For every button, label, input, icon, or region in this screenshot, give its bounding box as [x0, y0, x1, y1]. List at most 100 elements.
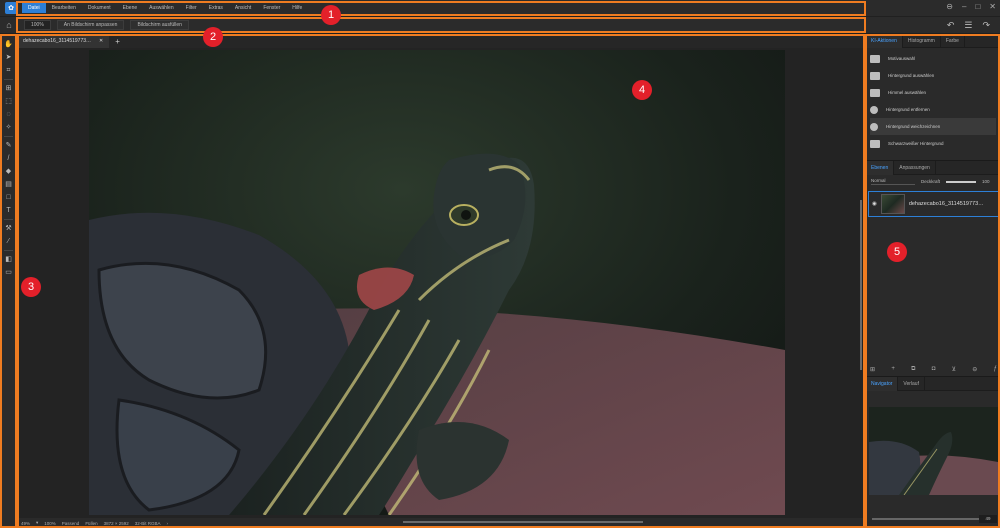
account-icon[interactable]: ⊖ — [946, 2, 953, 11]
clone-stamp-icon[interactable]: ⚒ — [4, 224, 13, 233]
mask-icon[interactable]: ◘ — [932, 366, 936, 372]
callout-marker-3: 3 — [21, 277, 41, 297]
ai-action-item[interactable]: Motivauswahl — [870, 50, 996, 67]
ai-action-item[interactable]: Schwarzweißer Hintergrund — [870, 135, 996, 152]
ai-action-label: Schwarzweißer Hintergrund — [888, 141, 944, 146]
new-layer-icon[interactable]: ⊞ — [870, 366, 875, 373]
fill-screen-button[interactable]: Bildschirm ausfüllen — [130, 20, 189, 30]
status-scale[interactable]: 100% — [44, 521, 56, 526]
status-zoom-menu-icon[interactable]: ▾ — [36, 520, 38, 526]
menu-fenster[interactable]: Fenster — [257, 3, 286, 13]
brush-icon[interactable]: ✎ — [4, 141, 13, 150]
status-zoom[interactable]: 49% — [21, 521, 30, 526]
fit-screen-button[interactable]: An Bildschirm anpassen — [56, 20, 125, 30]
gradient-icon[interactable]: ▤ — [4, 180, 13, 189]
history-list-icon[interactable]: ☰ — [964, 20, 972, 31]
navigator-panel: Navigator Verlauf 49 — [866, 376, 1000, 528]
tab-verlauf[interactable]: Verlauf — [898, 376, 925, 391]
menu-datei[interactable]: Datei — [22, 3, 46, 13]
tab-farbe[interactable]: Farbe — [941, 33, 965, 48]
bw-background-icon — [870, 139, 880, 148]
menu-ebene[interactable]: Ebene — [117, 3, 143, 13]
status-expand-icon[interactable]: › — [167, 521, 169, 526]
lasso-icon[interactable]: ◌ — [4, 110, 13, 119]
text-tool-icon[interactable]: T — [4, 206, 13, 215]
duplicate-layer-icon[interactable]: ⧉ — [911, 366, 915, 373]
layer-thumbnail — [880, 194, 905, 214]
navigator-zoom-slider[interactable] — [872, 518, 982, 520]
background-blur-icon — [870, 122, 878, 131]
ai-action-item[interactable]: Hintergrund weichzeichnen — [870, 118, 996, 135]
menu-auswaehlen[interactable]: Auswählen — [143, 3, 179, 13]
document-tab[interactable]: dehazecabo16_3114519773… ✕ — [17, 34, 110, 48]
document-tab-title: dehazecabo16_3114519773… — [23, 38, 92, 44]
document-tabbar: dehazecabo16_3114519773… ✕ + — [17, 34, 865, 48]
vertical-scroll-thumb[interactable] — [860, 200, 862, 370]
vertical-scrollbar[interactable] — [858, 50, 862, 510]
menu-ansicht[interactable]: Ansicht — [229, 3, 257, 13]
menu-filter[interactable]: Filter — [180, 3, 203, 13]
document-area: dehazecabo16_3114519773… ✕ + 49% ▾ 100% … — [17, 34, 865, 528]
tab-navigator[interactable]: Navigator — [866, 376, 899, 391]
layer-row[interactable]: ◉ dehazecabo16_3114519773… — [868, 191, 999, 217]
navigator-preview[interactable] — [869, 407, 998, 495]
right-panel: KI-Aktionen Histogramm Farbe Motivauswah… — [865, 33, 1000, 528]
home-icon[interactable]: ⌂ — [0, 20, 18, 30]
callout-marker-2: 2 — [203, 27, 223, 47]
status-colormode: 32-Bit RGBA — [134, 520, 161, 526]
status-fill[interactable]: Füllen — [85, 521, 97, 526]
delete-layer-icon[interactable]: ⊖ — [972, 366, 977, 373]
pencil-icon[interactable]: / — [4, 154, 13, 163]
statusbar: 49% ▾ 100% Passend Füllen 3872 × 2592 32… — [17, 518, 865, 528]
visibility-eye-icon[interactable]: ◉ — [872, 201, 877, 207]
rect-select-icon[interactable]: ⬚ — [4, 97, 13, 106]
callout-marker-1: 1 — [321, 5, 341, 25]
menu-extras[interactable]: Extras — [203, 3, 229, 13]
close-icon[interactable]: ✕ — [989, 2, 996, 11]
fill-bucket-icon[interactable]: ◆ — [4, 167, 13, 176]
navigator-image — [869, 407, 998, 495]
tab-close-icon[interactable]: ✕ — [99, 38, 103, 44]
subject-select-icon — [870, 54, 880, 63]
undo-icon[interactable]: ↶ — [947, 20, 955, 31]
redo-icon[interactable]: ↷ — [982, 20, 990, 31]
status-dimensions: 3872 × 2592 — [103, 520, 129, 526]
hand-tool-icon[interactable]: ✋ — [4, 40, 13, 49]
zoom-field[interactable]: 100% — [24, 20, 51, 30]
ai-action-item[interactable]: Hintergrund entfernen — [870, 101, 996, 118]
add-tab-icon[interactable]: + — [115, 37, 120, 46]
navigator-zoom-value[interactable]: 49 — [979, 515, 997, 523]
maximize-icon[interactable]: □ — [975, 2, 980, 11]
horizontal-scroll-thumb[interactable] — [403, 521, 643, 523]
merge-icon[interactable]: ⊻ — [952, 366, 956, 373]
menu-bearbeiten[interactable]: Bearbeiten — [46, 3, 82, 13]
status-fit[interactable]: Passend — [62, 521, 80, 526]
effects-icon[interactable]: ƒ — [994, 366, 997, 372]
navigator-tabs: Navigator Verlauf — [866, 376, 1000, 391]
callout-marker-4: 4 — [632, 80, 652, 100]
shape-tool-icon[interactable]: □ — [4, 193, 13, 202]
ai-action-item[interactable]: Hintergrund auswählen — [870, 67, 996, 84]
minimize-icon[interactable]: – — [962, 2, 966, 11]
tab-ebenen[interactable]: Ebenen — [866, 160, 895, 175]
menu-dokument[interactable]: Dokument — [82, 3, 117, 13]
opacity-value[interactable]: 100 — [982, 179, 990, 184]
tab-histogramm[interactable]: Histogramm — [903, 33, 941, 48]
move-tool-icon[interactable]: ➤ — [4, 53, 13, 62]
image-canvas[interactable] — [89, 50, 785, 515]
transform-tool-icon[interactable]: ⌗ — [4, 66, 13, 75]
eyedropper-icon[interactable]: ⁄ — [4, 237, 13, 246]
tab-ki-aktionen[interactable]: KI-Aktionen — [866, 33, 903, 48]
add-layer-icon[interactable]: + — [891, 366, 895, 372]
ai-action-label: Hintergrund weichzeichnen — [886, 124, 941, 129]
menu-hilfe[interactable]: Hilfe — [286, 3, 308, 13]
mask-mode-icon[interactable]: ▭ — [4, 268, 13, 277]
opacity-slider[interactable] — [946, 180, 977, 183]
color-swatch-icon[interactable]: ◧ — [4, 255, 13, 264]
tab-anpassungen[interactable]: Anpassungen — [894, 160, 936, 175]
blend-mode-select[interactable]: Normal — [871, 178, 915, 185]
ai-panel-tabs: KI-Aktionen Histogramm Farbe — [866, 33, 1000, 48]
crop-tool-icon[interactable]: ⊞ — [4, 84, 13, 93]
ai-action-item[interactable]: Himmel auswählen — [870, 84, 996, 101]
magic-wand-icon[interactable]: ✧ — [4, 123, 13, 132]
